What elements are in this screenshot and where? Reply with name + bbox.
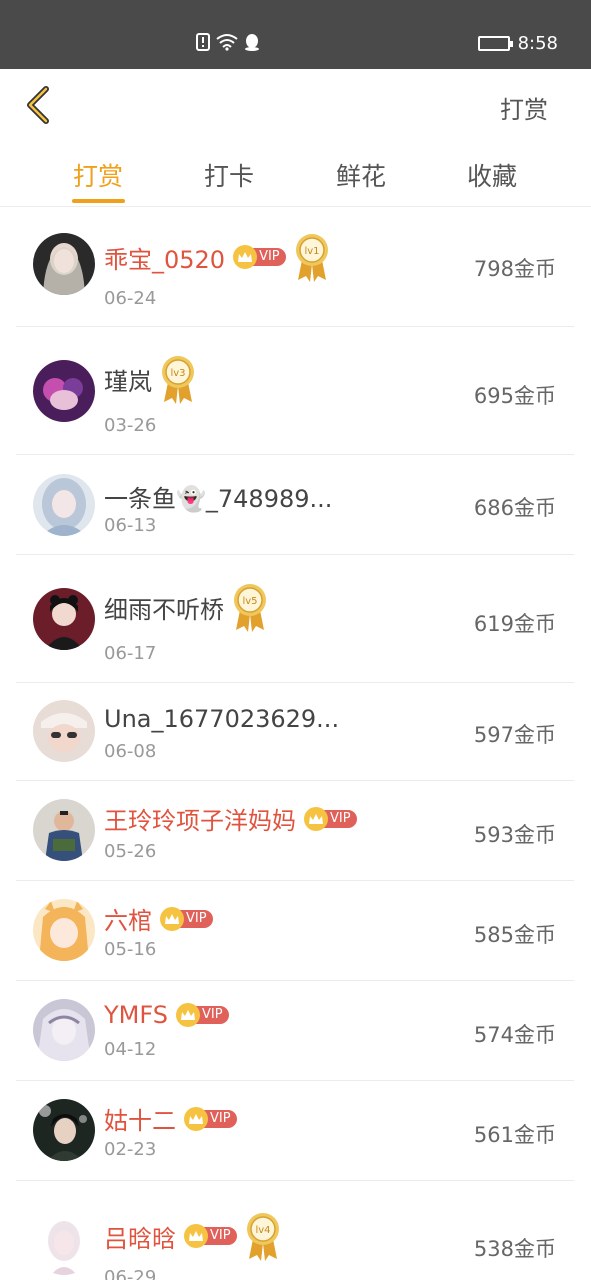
- user-name[interactable]: 乖宝_0520: [104, 240, 225, 275]
- qq-icon: [245, 34, 259, 51]
- active-tab-indicator: [72, 199, 125, 203]
- wifi-icon: [216, 34, 238, 51]
- vip-badge: VIP: [184, 1106, 237, 1131]
- tab-checkin[interactable]: 打卡: [204, 157, 254, 193]
- list-item[interactable]: YMFS VIP 04-12 574金币: [16, 981, 574, 1081]
- status-icons: [196, 33, 260, 51]
- svg-text:lv3: lv3: [170, 368, 185, 379]
- avatar: [33, 1213, 95, 1275]
- user-name[interactable]: 瑾岚: [104, 362, 152, 397]
- crown-icon: [304, 806, 328, 831]
- user-name[interactable]: YMFS: [104, 1001, 168, 1029]
- user-name[interactable]: 一条鱼👻_748989...: [104, 479, 332, 514]
- avatar: [33, 1099, 95, 1161]
- status-right: 8:58: [477, 33, 558, 54]
- coin-amount: 695金币: [473, 384, 556, 408]
- avatar: [33, 474, 95, 536]
- list-item[interactable]: 吕晗晗 VIP lv4 06-29 538金币: [16, 1181, 574, 1280]
- vip-badge: VIP: [184, 1224, 237, 1248]
- coin-amount: 574金币: [473, 1023, 556, 1047]
- reward-list: 乖宝_0520 VIP lv1 06-24 798金币 瑾岚 lv3 03-26…: [16, 208, 574, 1280]
- tab-flowers[interactable]: 鲜花: [336, 157, 386, 193]
- crown-icon: [184, 1106, 208, 1131]
- level-medal-icon: lv3: [160, 354, 196, 404]
- crown-icon: [160, 906, 184, 931]
- tab-bar: 打赏 打卡 鲜花 收藏: [0, 145, 591, 207]
- avatar: [33, 360, 95, 422]
- reward-date: 06-17: [104, 643, 157, 664]
- list-item[interactable]: Una_1677023629... 06-08 597金币: [16, 683, 574, 781]
- list-item[interactable]: 细雨不听桥 lv5 06-17 619金币: [16, 555, 574, 683]
- avatar: [33, 588, 95, 650]
- level-medal-icon: lv1: [294, 232, 330, 282]
- vip-badge: VIP: [175, 1003, 229, 1027]
- crown-icon: [175, 1003, 200, 1027]
- reward-action-button[interactable]: 打赏: [500, 90, 548, 125]
- user-name[interactable]: 姑十二: [104, 1101, 176, 1136]
- vip-badge: VIP: [304, 806, 357, 831]
- vip-badge: VIP: [160, 906, 213, 931]
- reward-date: 05-16: [104, 939, 157, 960]
- reward-date: 03-26: [104, 415, 157, 436]
- user-name[interactable]: 六棺: [104, 901, 152, 936]
- avatar: [33, 999, 95, 1061]
- svg-text:lv1: lv1: [304, 246, 319, 257]
- list-item[interactable]: 乖宝_0520 VIP lv1 06-24 798金币: [16, 208, 574, 327]
- crown-icon: [184, 1224, 208, 1248]
- list-item[interactable]: 姑十二 VIP 02-23 561金币: [16, 1081, 574, 1181]
- list-item[interactable]: 一条鱼👻_748989... 06-13 686金币: [16, 455, 574, 555]
- user-name[interactable]: 王玲玲项子洋妈妈: [104, 801, 296, 836]
- avatar: [33, 899, 95, 961]
- back-chevron-icon[interactable]: [20, 83, 60, 127]
- user-name[interactable]: 细雨不听桥: [104, 590, 224, 625]
- reward-date: 04-12: [104, 1039, 157, 1060]
- avatar: [33, 799, 95, 861]
- coin-amount: 538金币: [473, 1237, 556, 1261]
- tab-favorites[interactable]: 收藏: [467, 157, 517, 193]
- reward-date: 06-24: [104, 288, 157, 309]
- reward-date: 02-23: [104, 1139, 157, 1160]
- sim-alert-icon: [196, 33, 210, 51]
- coin-amount: 798金币: [473, 257, 556, 281]
- app-header: 打赏: [0, 69, 591, 139]
- reward-date: 05-26: [104, 841, 157, 862]
- coin-amount: 585金币: [473, 923, 556, 947]
- coin-amount: 597金币: [473, 723, 556, 747]
- user-name[interactable]: Una_1677023629...: [104, 705, 339, 733]
- svg-text:lv5: lv5: [242, 596, 257, 607]
- tab-reward[interactable]: 打赏: [73, 157, 123, 193]
- list-item[interactable]: 六棺 VIP 05-16 585金币: [16, 881, 574, 981]
- avatar: [33, 700, 95, 762]
- coin-amount: 561金币: [473, 1123, 556, 1147]
- list-item[interactable]: 瑾岚 lv3 03-26 695金币: [16, 327, 574, 455]
- level-medal-icon: lv4: [245, 1211, 281, 1261]
- battery-icon: [477, 36, 513, 51]
- coin-amount: 686金币: [473, 496, 556, 520]
- level-medal-icon: lv5: [232, 582, 268, 632]
- user-name[interactable]: 吕晗晗: [104, 1219, 176, 1254]
- reward-date: 06-08: [104, 741, 157, 762]
- status-time: 8:58: [517, 33, 558, 54]
- status-bar: 8:58: [0, 0, 591, 69]
- coin-amount: 619金币: [473, 612, 556, 636]
- svg-text:lv4: lv4: [255, 1225, 270, 1236]
- vip-badge: VIP: [233, 245, 286, 269]
- reward-date: 06-29: [104, 1267, 157, 1280]
- reward-date: 06-13: [104, 515, 157, 536]
- avatar: [33, 233, 95, 295]
- coin-amount: 593金币: [473, 823, 556, 847]
- crown-icon: [233, 245, 258, 269]
- list-item[interactable]: 王玲玲项子洋妈妈 VIP 05-26 593金币: [16, 781, 574, 881]
